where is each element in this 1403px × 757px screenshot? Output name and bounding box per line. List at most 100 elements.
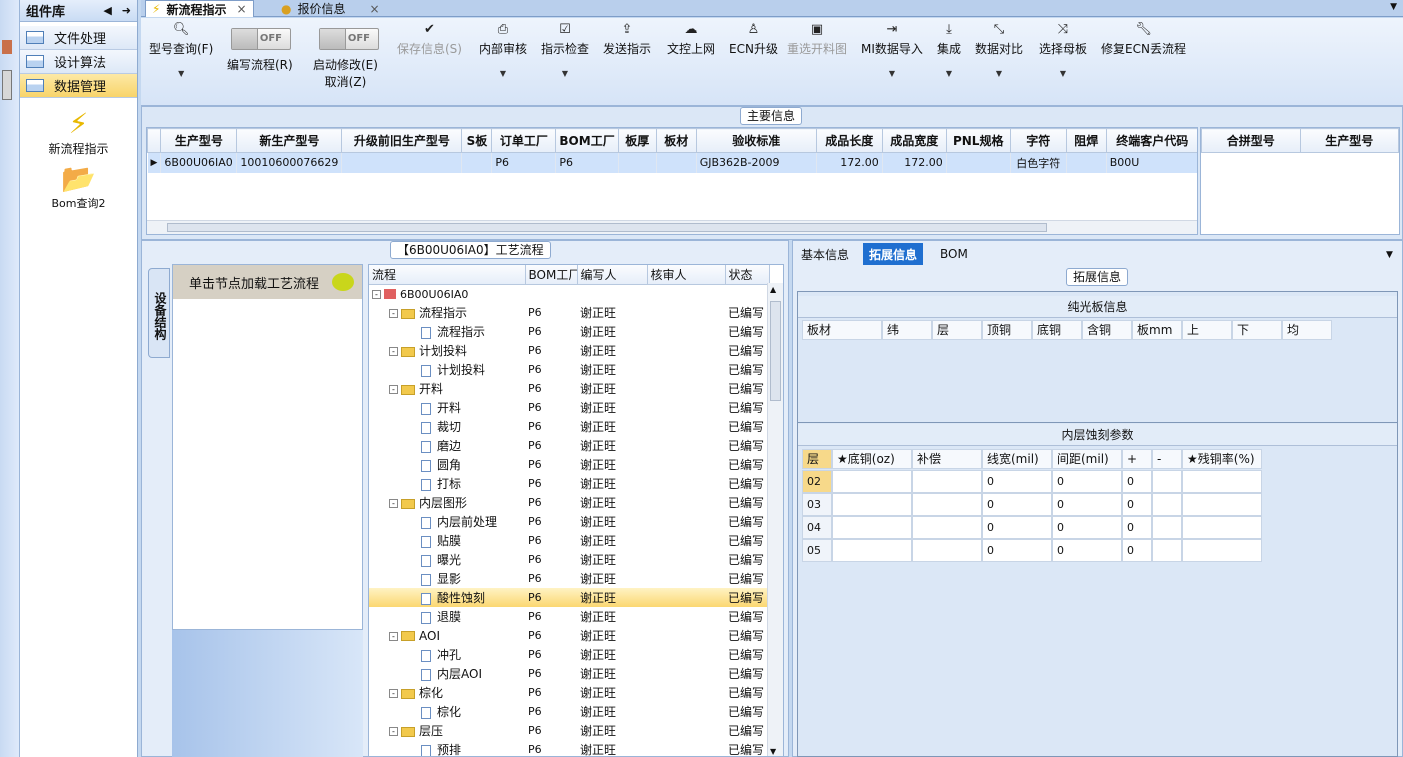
close-icon[interactable]: × (370, 2, 380, 16)
shortcut-new-flow[interactable]: ⚡ 新流程指示 (20, 108, 137, 157)
chevron-down-icon[interactable]: ▼ (1386, 250, 1393, 260)
instruction-check-button[interactable]: ☑ 指示检查 ▼ (541, 22, 589, 78)
table-row[interactable]: 03 0 0 0 (802, 493, 1262, 516)
scroll-down-icon[interactable]: ▼ (770, 747, 776, 756)
column-header[interactable]: 板厚 (617, 128, 657, 153)
column-header[interactable]: 终端客户代码 (1105, 128, 1197, 153)
table-cell[interactable]: GJB362B-2009 (696, 152, 817, 173)
data-compare-button[interactable]: ⤡ 数据对比 ▼ (975, 22, 1023, 78)
table-cell[interactable]: P6 (491, 152, 557, 173)
table-cell[interactable]: B00U (1106, 152, 1197, 173)
shortcut-bom-query[interactable]: 📂 Bom查询2 (20, 163, 137, 211)
table-cell[interactable]: 0 (1122, 470, 1152, 493)
table-row[interactable]: 04 0 0 0 (802, 516, 1262, 539)
table-cell[interactable]: 0 (982, 470, 1052, 493)
tree-row[interactable]: 酸性蚀刻 P6 谢正旺 已编写 (369, 588, 769, 607)
table-cell[interactable]: 0 (1052, 539, 1122, 562)
app-icon[interactable] (2, 40, 12, 54)
table-cell[interactable] (912, 470, 982, 493)
table-cell[interactable]: 0 (1052, 493, 1122, 516)
table-cell[interactable]: 10010600076629 (236, 152, 343, 173)
tree-row[interactable]: 贴膜 P6 谢正旺 已编写 (369, 531, 769, 550)
column-header[interactable]: 合拼型号 (1201, 128, 1301, 153)
column-header[interactable]: 生产型号 (1299, 128, 1399, 153)
internal-review-button[interactable]: ⎙ 内部审核 ▼ (479, 22, 527, 78)
table-cell[interactable] (1182, 539, 1262, 562)
scroll-thumb[interactable] (167, 223, 1047, 232)
table-cell[interactable] (618, 152, 657, 173)
tree-row[interactable]: 棕化 P6 谢正旺 已编写 (369, 702, 769, 721)
tree-root[interactable]: - 6B00U06IA0 (369, 284, 769, 303)
doc-online-button[interactable]: ☁ 文控上网 (667, 22, 715, 57)
tab-quote[interactable]: ● 报价信息 × (275, 0, 386, 17)
save-info-button[interactable]: ✔ 保存信息(S) (397, 22, 462, 57)
tree-row[interactable]: 裁切 P6 谢正旺 已编写 (369, 417, 769, 436)
table-row[interactable]: ▶ 6B00U06IA0 10010600076629 P6 P6 GJB362B-200… (147, 152, 1197, 173)
tree-row[interactable]: 退膜 P6 谢正旺 已编写 (369, 607, 769, 626)
column-header[interactable]: 阻焊 (1065, 128, 1107, 153)
tab-bom[interactable]: BOM (934, 243, 974, 265)
tree-row[interactable]: 打标 P6 谢正旺 已编写 (369, 474, 769, 493)
collapse-icon[interactable]: - (389, 309, 398, 318)
table-cell[interactable]: 白色字符 (1010, 152, 1067, 173)
table-cell[interactable]: 6B00U06IA0 (160, 152, 238, 173)
table-cell[interactable]: 04 (802, 516, 832, 539)
column-header[interactable]: 编写人 (577, 265, 648, 285)
collapse-icon[interactable]: - (389, 689, 398, 698)
table-row[interactable]: 02 0 0 0 (802, 470, 1262, 493)
table-cell[interactable] (832, 493, 912, 516)
table-cell[interactable] (912, 516, 982, 539)
table-cell[interactable] (832, 516, 912, 539)
table-cell[interactable] (912, 539, 982, 562)
close-icon[interactable]: × (236, 2, 246, 16)
reselect-cut-chart-button[interactable]: ▣ 重选开料图 (787, 22, 847, 57)
tree-row[interactable]: 圆角 P6 谢正旺 已编写 (369, 455, 769, 474)
table-cell[interactable]: 0 (1122, 539, 1152, 562)
column-header[interactable]: PNL规格 (945, 128, 1011, 153)
collapse-icon[interactable]: - (372, 289, 381, 299)
tree-row[interactable]: 显影 P6 谢正旺 已编写 (369, 569, 769, 588)
collapse-icon[interactable]: - (389, 499, 398, 508)
column-header[interactable]: BOM工厂 (555, 128, 619, 153)
table-cell[interactable] (832, 539, 912, 562)
table-cell[interactable] (1066, 152, 1107, 173)
tree-row[interactable]: 冲孔 P6 谢正旺 已编写 (369, 645, 769, 664)
table-cell[interactable] (341, 152, 463, 173)
table-cell[interactable]: 172.00 (816, 152, 883, 173)
send-instruction-button[interactable]: ⇪ 发送指示 (603, 22, 651, 57)
tree-row[interactable]: - 层压 P6 谢正旺 已编写 (369, 721, 769, 740)
model-query-button[interactable]: 🔍︎ 型号查询(F) ▼ (149, 22, 213, 78)
table-cell[interactable] (1152, 539, 1182, 562)
vertical-scrollbar[interactable]: ▲ ▼ (767, 283, 783, 756)
library-item-data[interactable]: 数据管理 (20, 74, 137, 98)
tree-row[interactable]: 流程指示 P6 谢正旺 已编写 (369, 322, 769, 341)
tab-extended-info[interactable]: 拓展信息 (863, 243, 924, 265)
table-cell[interactable] (1152, 470, 1182, 493)
collapse-icon[interactable]: - (389, 385, 398, 394)
fix-ecn-button[interactable]: 🔧︎ 修复ECN丢流程 (1101, 22, 1186, 57)
tree-row[interactable]: - 棕化 P6 谢正旺 已编写 (369, 683, 769, 702)
pin-icon[interactable]: ➜ (122, 4, 131, 17)
table-cell[interactable] (1152, 493, 1182, 516)
library-item-file[interactable]: 文件处理 (20, 26, 137, 50)
table-cell[interactable] (832, 470, 912, 493)
table-cell[interactable]: 05 (802, 539, 832, 562)
table-cell[interactable]: 0 (982, 539, 1052, 562)
column-header[interactable]: 订单工厂 (491, 128, 557, 153)
tree-row[interactable]: - AOI P6 谢正旺 已编写 (369, 626, 769, 645)
column-header[interactable]: 流程 (369, 265, 526, 285)
tree-row[interactable]: - 流程指示 P6 谢正旺 已编写 (369, 303, 769, 322)
collapse-icon[interactable]: - (389, 631, 398, 641)
scroll-thumb[interactable] (770, 301, 781, 401)
mi-import-button[interactable]: ⇥ MI数据导入 ▼ (861, 22, 923, 78)
start-edit-toggle[interactable]: OFF (319, 28, 379, 50)
collapse-icon[interactable]: - (389, 347, 398, 356)
column-header[interactable]: 验收标准 (695, 128, 817, 153)
select-motherboard-button[interactable]: ⤨ 选择母板 ▼ (1039, 22, 1087, 78)
column-header[interactable]: 升级前旧生产型号 (341, 128, 463, 153)
table-cell[interactable] (461, 152, 493, 173)
app-icon[interactable] (2, 70, 12, 100)
edit-flow-button[interactable]: 编写流程(R) (227, 56, 293, 73)
column-header[interactable]: 板材 (655, 128, 697, 153)
table-cell[interactable]: 0 (1122, 516, 1152, 539)
